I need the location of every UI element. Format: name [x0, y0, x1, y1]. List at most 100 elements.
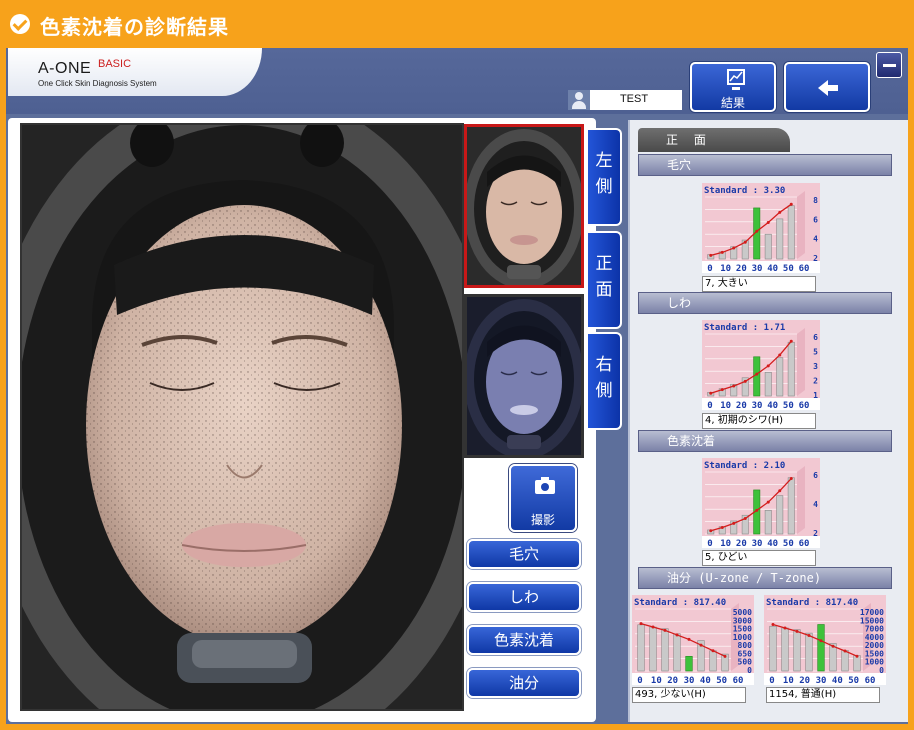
- pigmentation-button[interactable]: 色素沈着: [467, 625, 581, 655]
- logo-text: A-ONE: [38, 60, 92, 77]
- x-tick-label: 50: [783, 264, 794, 273]
- trend-point: [831, 644, 835, 648]
- thumb-normal[interactable]: [464, 124, 584, 288]
- chart-svg: Standard : 817.4050003000150010008006505…: [632, 595, 754, 685]
- section-pore-header: 毛穴: [638, 154, 892, 176]
- oil-uzone-result: 493, 少ない(H): [632, 687, 746, 703]
- trend-point: [720, 525, 724, 529]
- logo-subtitle: One Click Skin Diagnosis System: [38, 79, 157, 88]
- camera-icon: [535, 477, 555, 494]
- bar: [764, 510, 772, 535]
- trend-point: [843, 649, 847, 653]
- trend-point: [795, 629, 799, 633]
- chart-svg: Standard : 3.3086420 10 20 30 40 50 60: [702, 183, 820, 273]
- trend-point: [723, 654, 727, 658]
- trend-point: [720, 250, 724, 254]
- shoot-button[interactable]: 撮影: [509, 464, 577, 532]
- y-tick-label: 4: [813, 500, 818, 509]
- x-tick-label: 40: [700, 676, 711, 685]
- trend-point: [709, 529, 713, 533]
- logo-panel: A-ONE BASIC One Click Skin Diagnosis Sys…: [8, 48, 262, 96]
- y-tick-label: 4: [813, 235, 818, 244]
- trend-point: [687, 637, 691, 641]
- section-wrinkle-header: しわ: [638, 292, 892, 314]
- x-tick-label: 50: [783, 401, 794, 410]
- tab-left-side[interactable]: 左側: [588, 128, 622, 226]
- trend-point: [743, 379, 747, 383]
- trend-point: [711, 649, 715, 653]
- trend-point: [675, 633, 679, 637]
- chart-svg: Standard : 2.106420 10 20 30 40 50 60: [702, 458, 820, 548]
- tab-front-view[interactable]: 正 面: [638, 128, 790, 152]
- window-title: 色素沈着の診断結果: [40, 15, 229, 39]
- bar: [649, 626, 657, 672]
- y-tick-label: 3: [813, 362, 818, 371]
- trend-point: [819, 639, 823, 643]
- wrinkle-chart: Standard : 1.71 6 5 3 2 1 0 10 20 30 40 50 60: [702, 320, 820, 410]
- x-tick-label: 40: [767, 401, 778, 410]
- trend-point: [778, 489, 782, 493]
- bar: [853, 655, 861, 672]
- result-button-label: 結果: [720, 96, 745, 110]
- wrinkle-button[interactable]: しわ: [467, 582, 581, 612]
- bar: [776, 357, 784, 397]
- x-tick-label: 50: [716, 676, 727, 685]
- tab-front-label: 正面: [595, 254, 613, 300]
- oil-button[interactable]: 油分: [467, 668, 581, 698]
- pore-button[interactable]: 毛穴: [467, 539, 581, 569]
- tab-right-side[interactable]: 右側: [588, 332, 622, 430]
- trend-point: [807, 634, 811, 638]
- trend-point: [720, 388, 724, 392]
- trend-point: [789, 339, 793, 343]
- trend-point: [789, 477, 793, 481]
- x-tick-label: 0: [707, 401, 712, 410]
- bar: [793, 629, 801, 672]
- tab-front[interactable]: 正面: [588, 231, 622, 329]
- chart-title: Standard : 2.10: [704, 461, 785, 471]
- tab-left-side-label: 左側: [595, 151, 613, 197]
- x-tick-label: 0: [769, 676, 774, 685]
- bar: [787, 341, 795, 397]
- bar: [709, 650, 717, 672]
- y-tick-label: 8: [813, 196, 818, 205]
- tab-right-side-label: 右側: [595, 355, 613, 401]
- bar: [787, 205, 795, 260]
- monitor-chart-icon: [727, 69, 745, 90]
- y-tick-label: 6: [813, 215, 818, 224]
- bar: [781, 627, 789, 672]
- chart-title: Standard : 817.40: [634, 598, 726, 608]
- x-tick-label: 0: [707, 264, 712, 273]
- thumb-uv[interactable]: [464, 294, 584, 458]
- chart-side-wall: [797, 328, 805, 396]
- minimize-button[interactable]: [876, 52, 902, 78]
- trend-point: [709, 253, 713, 257]
- trend-point: [778, 210, 782, 214]
- user-icon: [568, 90, 590, 110]
- oil-tzone-result: 1154, 普通(H): [766, 687, 880, 703]
- back-button[interactable]: [784, 62, 870, 112]
- x-tick-label: 20: [667, 676, 678, 685]
- result-button[interactable]: 結果: [690, 62, 776, 112]
- chart-side-wall: [797, 191, 805, 259]
- x-tick-label: 40: [767, 264, 778, 273]
- oil-tzone-chart: Standard : 817.40 17000 15000 7000 4000 2000 1…: [764, 595, 886, 685]
- x-tick-label: 10: [720, 539, 731, 548]
- trend-point: [778, 353, 782, 357]
- bar: [776, 218, 784, 260]
- section-oil-header: 油分 (U-zone / T-zone): [638, 567, 892, 589]
- trend-point: [755, 229, 759, 233]
- x-tick-label: 30: [752, 539, 763, 548]
- pore-chart: Standard : 3.30 8 6 4 2 0 10 20 30 40 50 60: [702, 183, 820, 273]
- x-tick-label: 10: [783, 676, 794, 685]
- x-tick-label: 60: [865, 676, 876, 685]
- main-face-photo: [20, 123, 464, 711]
- wrinkle-result: 4, 初期のシワ(H): [702, 413, 816, 429]
- x-tick-label: 40: [767, 539, 778, 548]
- trend-point: [743, 517, 747, 520]
- oil-uzone-chart: Standard : 817.40 5000 3000 1500 1000 800 650 5…: [632, 595, 754, 685]
- bar: [661, 628, 669, 672]
- x-tick-label: 30: [816, 676, 827, 685]
- x-tick-label: 10: [651, 676, 662, 685]
- trend-point: [755, 508, 759, 512]
- trend-point: [732, 384, 736, 388]
